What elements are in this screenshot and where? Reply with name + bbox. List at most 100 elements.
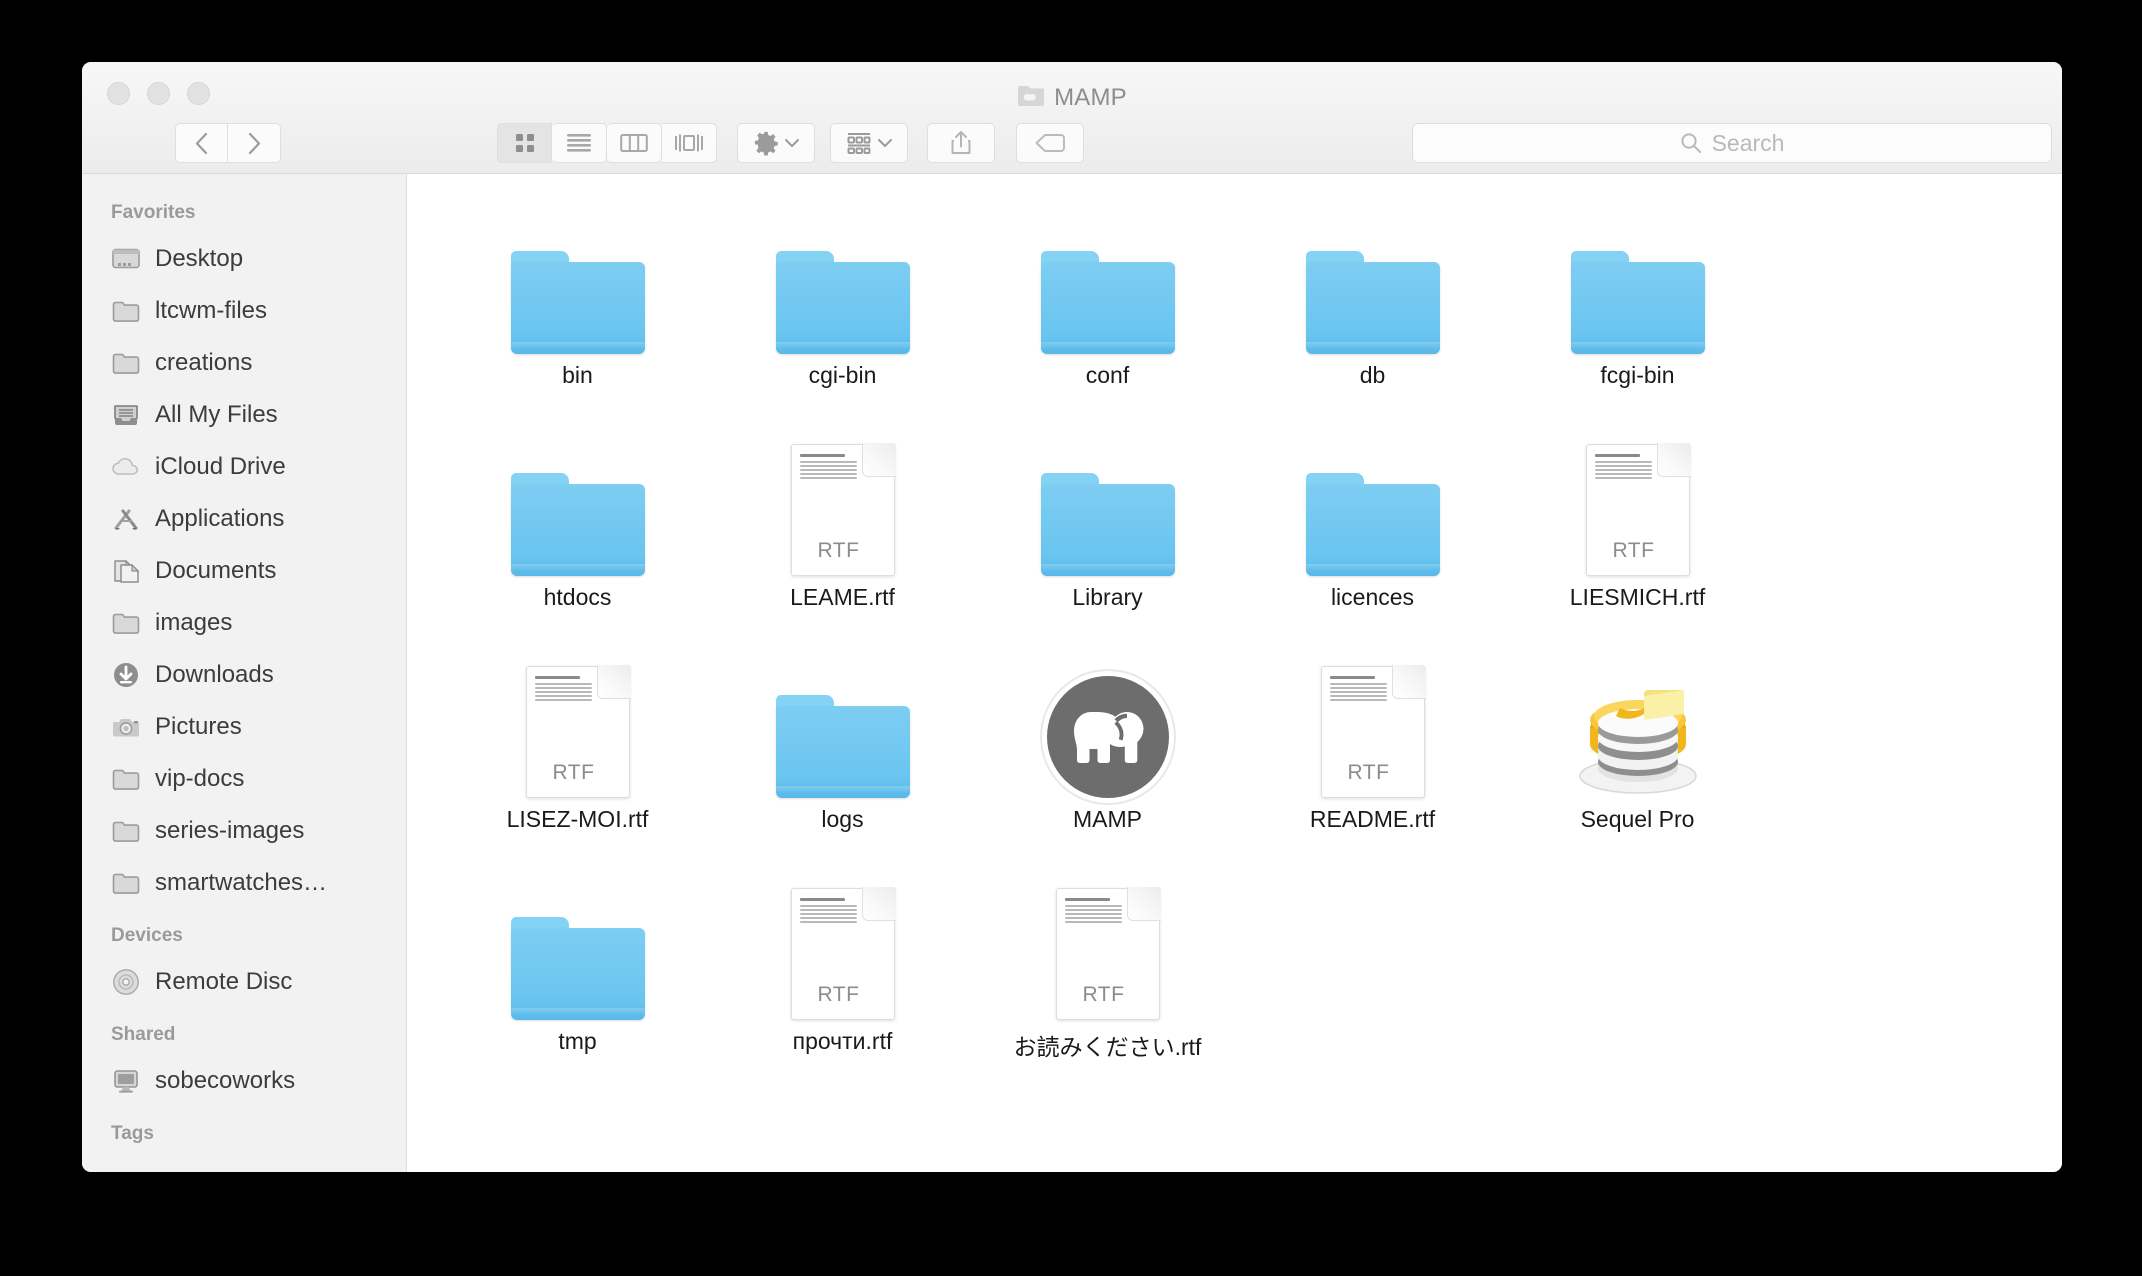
action-menu-button[interactable] [737, 123, 815, 163]
file-kind-badge: RTF [1347, 761, 1390, 784]
sidebar-item-desktop[interactable]: Desktop [82, 233, 406, 285]
window-body: Favorites Desktop ltcwm-files creations … [82, 174, 2062, 1172]
sidebar-item-pictures[interactable]: Pictures [82, 701, 406, 753]
rtf-file-icon: RTF [525, 648, 631, 798]
share-button[interactable] [927, 123, 995, 163]
folder-icon [111, 818, 141, 844]
file-grid: bin cgi-bin conf db fcgi-bin htdocs RTF … [407, 174, 2062, 1090]
file-label: htdocs [543, 584, 612, 610]
minimize-button[interactable] [147, 82, 170, 105]
file-item[interactable]: RTF LIESMICH.rtf [1505, 426, 1770, 646]
toolbar: JPEG Search [82, 114, 2062, 285]
sidebar-item-icloud-drive[interactable]: iCloud Drive [82, 441, 406, 493]
coverflow-view-button[interactable] [662, 123, 717, 163]
folder-icon [775, 204, 910, 354]
file-item[interactable]: RTF お読みください.rtf [975, 870, 1240, 1090]
file-grid-area[interactable]: bin cgi-bin conf db fcgi-bin htdocs RTF … [407, 174, 2062, 1172]
file-item[interactable]: bin [445, 204, 710, 424]
arrange-menu-button[interactable] [830, 123, 908, 163]
window-title-text: MAMP [1054, 83, 1127, 111]
rtf-file-icon: RTF [790, 426, 896, 576]
file-label: LISEZ-MOI.rtf [506, 806, 649, 832]
sidebar-item-documents[interactable]: Documents [82, 545, 406, 597]
sidebar-item-series-images[interactable]: series-images [82, 805, 406, 857]
sidebar-heading-shared: Shared [111, 1024, 176, 1045]
sidebar-item-label: series-images [155, 817, 305, 844]
sidebar-heading-tags: Tags [111, 1123, 154, 1144]
file-kind-badge: RTF [1612, 539, 1655, 562]
sidebar-item-all-my-files[interactable]: All My Files [82, 389, 406, 441]
sidebar-item-remote-disc[interactable]: Remote Disc [82, 956, 406, 1008]
sidebar-item-sobecoworks[interactable]: sobecoworks [82, 1055, 406, 1107]
chevron-down-icon [784, 139, 799, 147]
sidebar-item-label: Remote Disc [155, 968, 293, 995]
sidebar-item-images[interactable]: images [82, 597, 406, 649]
file-label: db [1359, 362, 1386, 388]
view-mode-segmented-control [497, 123, 717, 163]
computer-icon [111, 1068, 141, 1094]
icon-view-button[interactable] [497, 123, 552, 163]
sidebar[interactable]: Favorites Desktop ltcwm-files creations … [82, 174, 407, 1172]
file-item[interactable]: RTF прочти.rtf [710, 870, 975, 1090]
file-item[interactable]: logs [710, 648, 975, 868]
sidebar-item-label: creations [155, 349, 253, 376]
zoom-button[interactable] [187, 82, 210, 105]
forward-button[interactable] [228, 123, 281, 163]
sidebar-item-downloads[interactable]: Downloads [82, 649, 406, 701]
navigation-buttons [175, 123, 281, 163]
file-label: bin [562, 362, 593, 388]
elephant-icon [1073, 712, 1143, 763]
file-label: conf [1085, 362, 1130, 388]
file-item[interactable]: RTF README.rtf [1240, 648, 1505, 868]
rtf-file-icon: RTF [1585, 426, 1691, 576]
file-kind-badge: RTF [1082, 983, 1125, 1006]
file-item[interactable]: RTF LEAME.rtf [710, 426, 975, 646]
sidebar-item-applications[interactable]: Applications [82, 493, 406, 545]
list-icon [567, 134, 591, 152]
file-item[interactable]: tmp [445, 870, 710, 1090]
disc-icon [111, 969, 141, 995]
folder-icon [510, 870, 645, 1020]
close-button[interactable] [107, 82, 130, 105]
column-view-button[interactable] [607, 123, 662, 163]
sidebar-item-smartwatches[interactable]: smartwatches… [82, 857, 406, 909]
file-label: Sequel Pro [1580, 806, 1695, 832]
sidebar-item-creations[interactable]: creations [82, 337, 406, 389]
edit-tags-button[interactable] [1016, 123, 1084, 163]
file-item[interactable]: db [1240, 204, 1505, 424]
folder-icon [510, 204, 645, 354]
search-icon [1680, 133, 1701, 153]
sidebar-item-label: Downloads [155, 661, 274, 688]
file-item[interactable]: MAMP [975, 648, 1240, 868]
camera-icon [111, 714, 141, 740]
file-item[interactable]: fcgi-bin [1505, 204, 1770, 424]
file-item[interactable]: htdocs [445, 426, 710, 646]
all-my-files-icon [111, 402, 141, 428]
back-button[interactable] [175, 123, 228, 163]
file-label: MAMP [1073, 806, 1142, 832]
file-label: README.rtf [1309, 806, 1436, 832]
sidebar-item-label: Desktop [155, 245, 244, 272]
file-label: cgi-bin [808, 362, 877, 388]
documents-icon [111, 558, 141, 584]
cloud-icon [111, 454, 141, 480]
mamp-app-icon [1046, 648, 1169, 798]
search-input[interactable]: Search [1412, 123, 2052, 163]
list-view-button[interactable] [552, 123, 607, 163]
file-item[interactable]: Sequel Pro [1505, 648, 1770, 868]
file-item[interactable]: conf [975, 204, 1240, 424]
sidebar-item-ltcwm-files[interactable]: ltcwm-files [82, 285, 406, 337]
file-item[interactable]: licences [1240, 426, 1505, 646]
sidebar-item-label: iCloud Drive [155, 453, 286, 480]
file-item[interactable]: Library [975, 426, 1240, 646]
file-item[interactable]: RTF LISEZ-MOI.rtf [445, 648, 710, 868]
folder-icon [111, 766, 141, 792]
sidebar-item-label: Pictures [155, 713, 242, 740]
file-label: logs [821, 806, 864, 832]
sidebar-item-vip-docs[interactable]: vip-docs [82, 753, 406, 805]
folder-icon [111, 350, 141, 376]
download-icon [111, 662, 141, 688]
file-label: Library [1072, 584, 1143, 610]
file-item[interactable]: cgi-bin [710, 204, 975, 424]
file-kind-badge: RTF [552, 761, 595, 784]
